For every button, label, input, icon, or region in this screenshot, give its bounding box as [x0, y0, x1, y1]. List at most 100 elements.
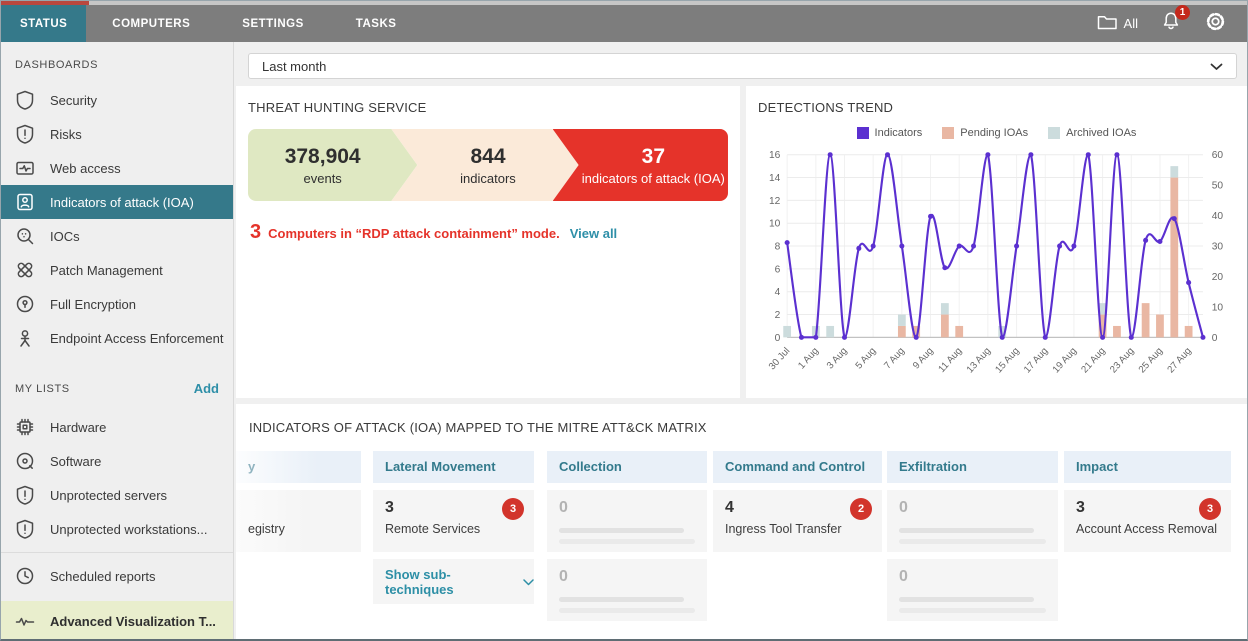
- mitre-column-exfiltration: Exfiltration 0 0: [887, 451, 1058, 621]
- technique-cell[interactable]: egistry: [236, 490, 361, 552]
- sidebar-item-unprotected-servers[interactable]: Unprotected servers: [1, 478, 233, 512]
- search-dots-icon: [14, 225, 36, 247]
- alert-count-badge: 2: [850, 498, 872, 520]
- time-range-select[interactable]: Last month: [248, 53, 1237, 79]
- sidebar-item-endpoint-access-enforcement[interactable]: Endpoint Access Enforcement: [1, 321, 233, 355]
- bell-icon: [1160, 19, 1182, 36]
- tactic-header[interactable]: Impact: [1064, 451, 1231, 483]
- sidebar-item-label: Scheduled reports: [50, 569, 156, 584]
- notifications-button[interactable]: 1: [1160, 10, 1182, 37]
- svg-text:8: 8: [775, 241, 781, 252]
- containment-count: 3: [250, 221, 261, 244]
- svg-text:40: 40: [1212, 211, 1224, 222]
- show-subtechniques-link[interactable]: Show sub-techniques: [373, 559, 534, 604]
- skeleton-bar: [899, 539, 1046, 544]
- svg-text:2: 2: [775, 310, 781, 321]
- skeleton-bar: [559, 597, 684, 602]
- sidebar-item-advanced-visualization-t[interactable]: Advanced Visualization T...: [1, 601, 233, 641]
- mitre-matrix-title: INDICATORS OF ATTACK (IOA) MAPPED TO THE…: [249, 420, 1247, 435]
- technique-label: egistry: [248, 522, 349, 536]
- group-filter-button[interactable]: All: [1095, 11, 1138, 36]
- tactic-header[interactable]: Collection: [547, 451, 707, 483]
- id-badge-icon: [14, 191, 36, 213]
- sidebar-item-label: IOCs: [50, 229, 80, 244]
- svg-text:25 Aug: 25 Aug: [1137, 346, 1165, 376]
- svg-text:16: 16: [769, 150, 781, 161]
- legend-swatch: [1048, 127, 1060, 139]
- group-filter-label: All: [1124, 16, 1138, 31]
- funnel-segment-indicators-of-attack-ioa-[interactable]: 37indicators of attack (IOA): [553, 129, 728, 201]
- sidebar-item-risks[interactable]: Risks: [1, 117, 233, 151]
- settings-button[interactable]: [1204, 10, 1227, 38]
- technique-cell[interactable]: 3Account Access Removal3: [1064, 490, 1231, 552]
- technique-label: Ingress Tool Transfer: [725, 522, 870, 536]
- sidebar-item-patch-management[interactable]: Patch Management: [1, 253, 233, 287]
- technique-count: 4: [725, 499, 870, 519]
- svg-text:0: 0: [775, 333, 781, 344]
- mitre-column-command-and-control: Command and Control 4 Ingress Tool Transfe…: [713, 451, 882, 552]
- svg-text:5 Aug: 5 Aug: [854, 346, 879, 372]
- tactic-header[interactable]: Lateral Movement: [373, 451, 534, 483]
- shield-alert-icon: [14, 484, 36, 506]
- svg-text:10: 10: [1212, 302, 1224, 313]
- sidebar-item-label: Unprotected servers: [50, 488, 167, 503]
- funnel-segment-indicators[interactable]: 844indicators: [391, 129, 578, 201]
- sidebar-item-security[interactable]: Security: [1, 83, 233, 117]
- navbar-right-tools: All 1: [1095, 5, 1247, 42]
- sidebar-item-unprotected-workstations[interactable]: Unprotected workstations...: [1, 512, 233, 546]
- tactic-header[interactable]: Command and Control: [713, 451, 882, 483]
- technique-cell[interactable]: 3Remote Services3: [373, 490, 534, 552]
- legend-swatch: [857, 127, 869, 139]
- alert-count-badge: 3: [1199, 498, 1221, 520]
- alert-count-badge: 3: [502, 498, 524, 520]
- skeleton-bar: [899, 597, 1034, 602]
- skeleton-bar: [559, 539, 695, 544]
- funnel-label: indicators of attack (IOA): [582, 171, 725, 186]
- detections-trend-chart: 0246810121416010203040506030 Jul1 Aug3 A…: [758, 143, 1235, 391]
- svg-text:30 Jul: 30 Jul: [767, 346, 793, 373]
- tactic-header[interactable]: y: [236, 451, 361, 483]
- nav-tab-settings[interactable]: SETTINGS: [216, 5, 330, 42]
- sidebar-item-full-encryption[interactable]: Full Encryption: [1, 287, 233, 321]
- console-window: STATUSCOMPUTERSSETTINGSTASKS All 1 DASHB…: [0, 0, 1248, 641]
- sidebar-item-indicators-of-attack-ioa[interactable]: Indicators of attack (IOA): [1, 185, 233, 219]
- shield-alert-icon: [14, 123, 36, 145]
- nav-tab-tasks[interactable]: TASKS: [330, 5, 423, 42]
- monitor-pulse-icon: [14, 157, 36, 179]
- sidebar-item-hardware[interactable]: Hardware: [1, 410, 233, 444]
- tactic-header[interactable]: Exfiltration: [887, 451, 1058, 483]
- technique-count: 0: [899, 499, 1046, 519]
- top-navbar: STATUSCOMPUTERSSETTINGSTASKS All 1: [1, 5, 1247, 42]
- main-content: Last month THREAT HUNTING SERVICE 378,90…: [235, 42, 1247, 639]
- clock-icon: [14, 565, 36, 587]
- nav-tab-status[interactable]: STATUS: [1, 5, 86, 42]
- sidebar-item-label: Full Encryption: [50, 297, 136, 312]
- svg-text:50: 50: [1212, 181, 1224, 192]
- disc-icon: [14, 450, 36, 472]
- add-list-link[interactable]: Add: [194, 381, 219, 396]
- sidebar-item-scheduled-reports[interactable]: Scheduled reports: [1, 559, 233, 593]
- my-lists-section-header: MY LISTS Add: [15, 381, 219, 396]
- chip-icon: [14, 416, 36, 438]
- technique-cell-empty: 0: [887, 559, 1058, 621]
- svg-text:27 Aug: 27 Aug: [1165, 346, 1193, 376]
- containment-status: 3 Computers in “RDP attack containment” …: [248, 221, 728, 244]
- nav-tab-computers[interactable]: COMPUTERS: [86, 5, 216, 42]
- sidebar-item-web-access[interactable]: Web access: [1, 151, 233, 185]
- sidebar-item-label: Endpoint Access Enforcement: [50, 331, 223, 346]
- person-key-icon: [14, 327, 36, 349]
- funnel-segment-events[interactable]: 378,904events: [248, 129, 417, 201]
- svg-text:0: 0: [1212, 333, 1218, 344]
- shield-alert-icon: [14, 518, 36, 540]
- skeleton-bar: [559, 608, 695, 613]
- sidebar-item-iocs[interactable]: IOCs: [1, 219, 233, 253]
- containment-text: Computers in “RDP attack containment” mo…: [268, 226, 560, 241]
- time-range-value: Last month: [262, 59, 326, 74]
- sidebar-item-software[interactable]: Software: [1, 444, 233, 478]
- svg-text:19 Aug: 19 Aug: [1051, 346, 1079, 376]
- view-all-link[interactable]: View all: [570, 226, 617, 241]
- legend-item-pending-ioas: Pending IOAs: [942, 127, 1028, 139]
- svg-text:12: 12: [769, 196, 781, 207]
- bandage-icon: [14, 259, 36, 281]
- technique-cell[interactable]: 4 Ingress Tool Transfer 2: [713, 490, 882, 552]
